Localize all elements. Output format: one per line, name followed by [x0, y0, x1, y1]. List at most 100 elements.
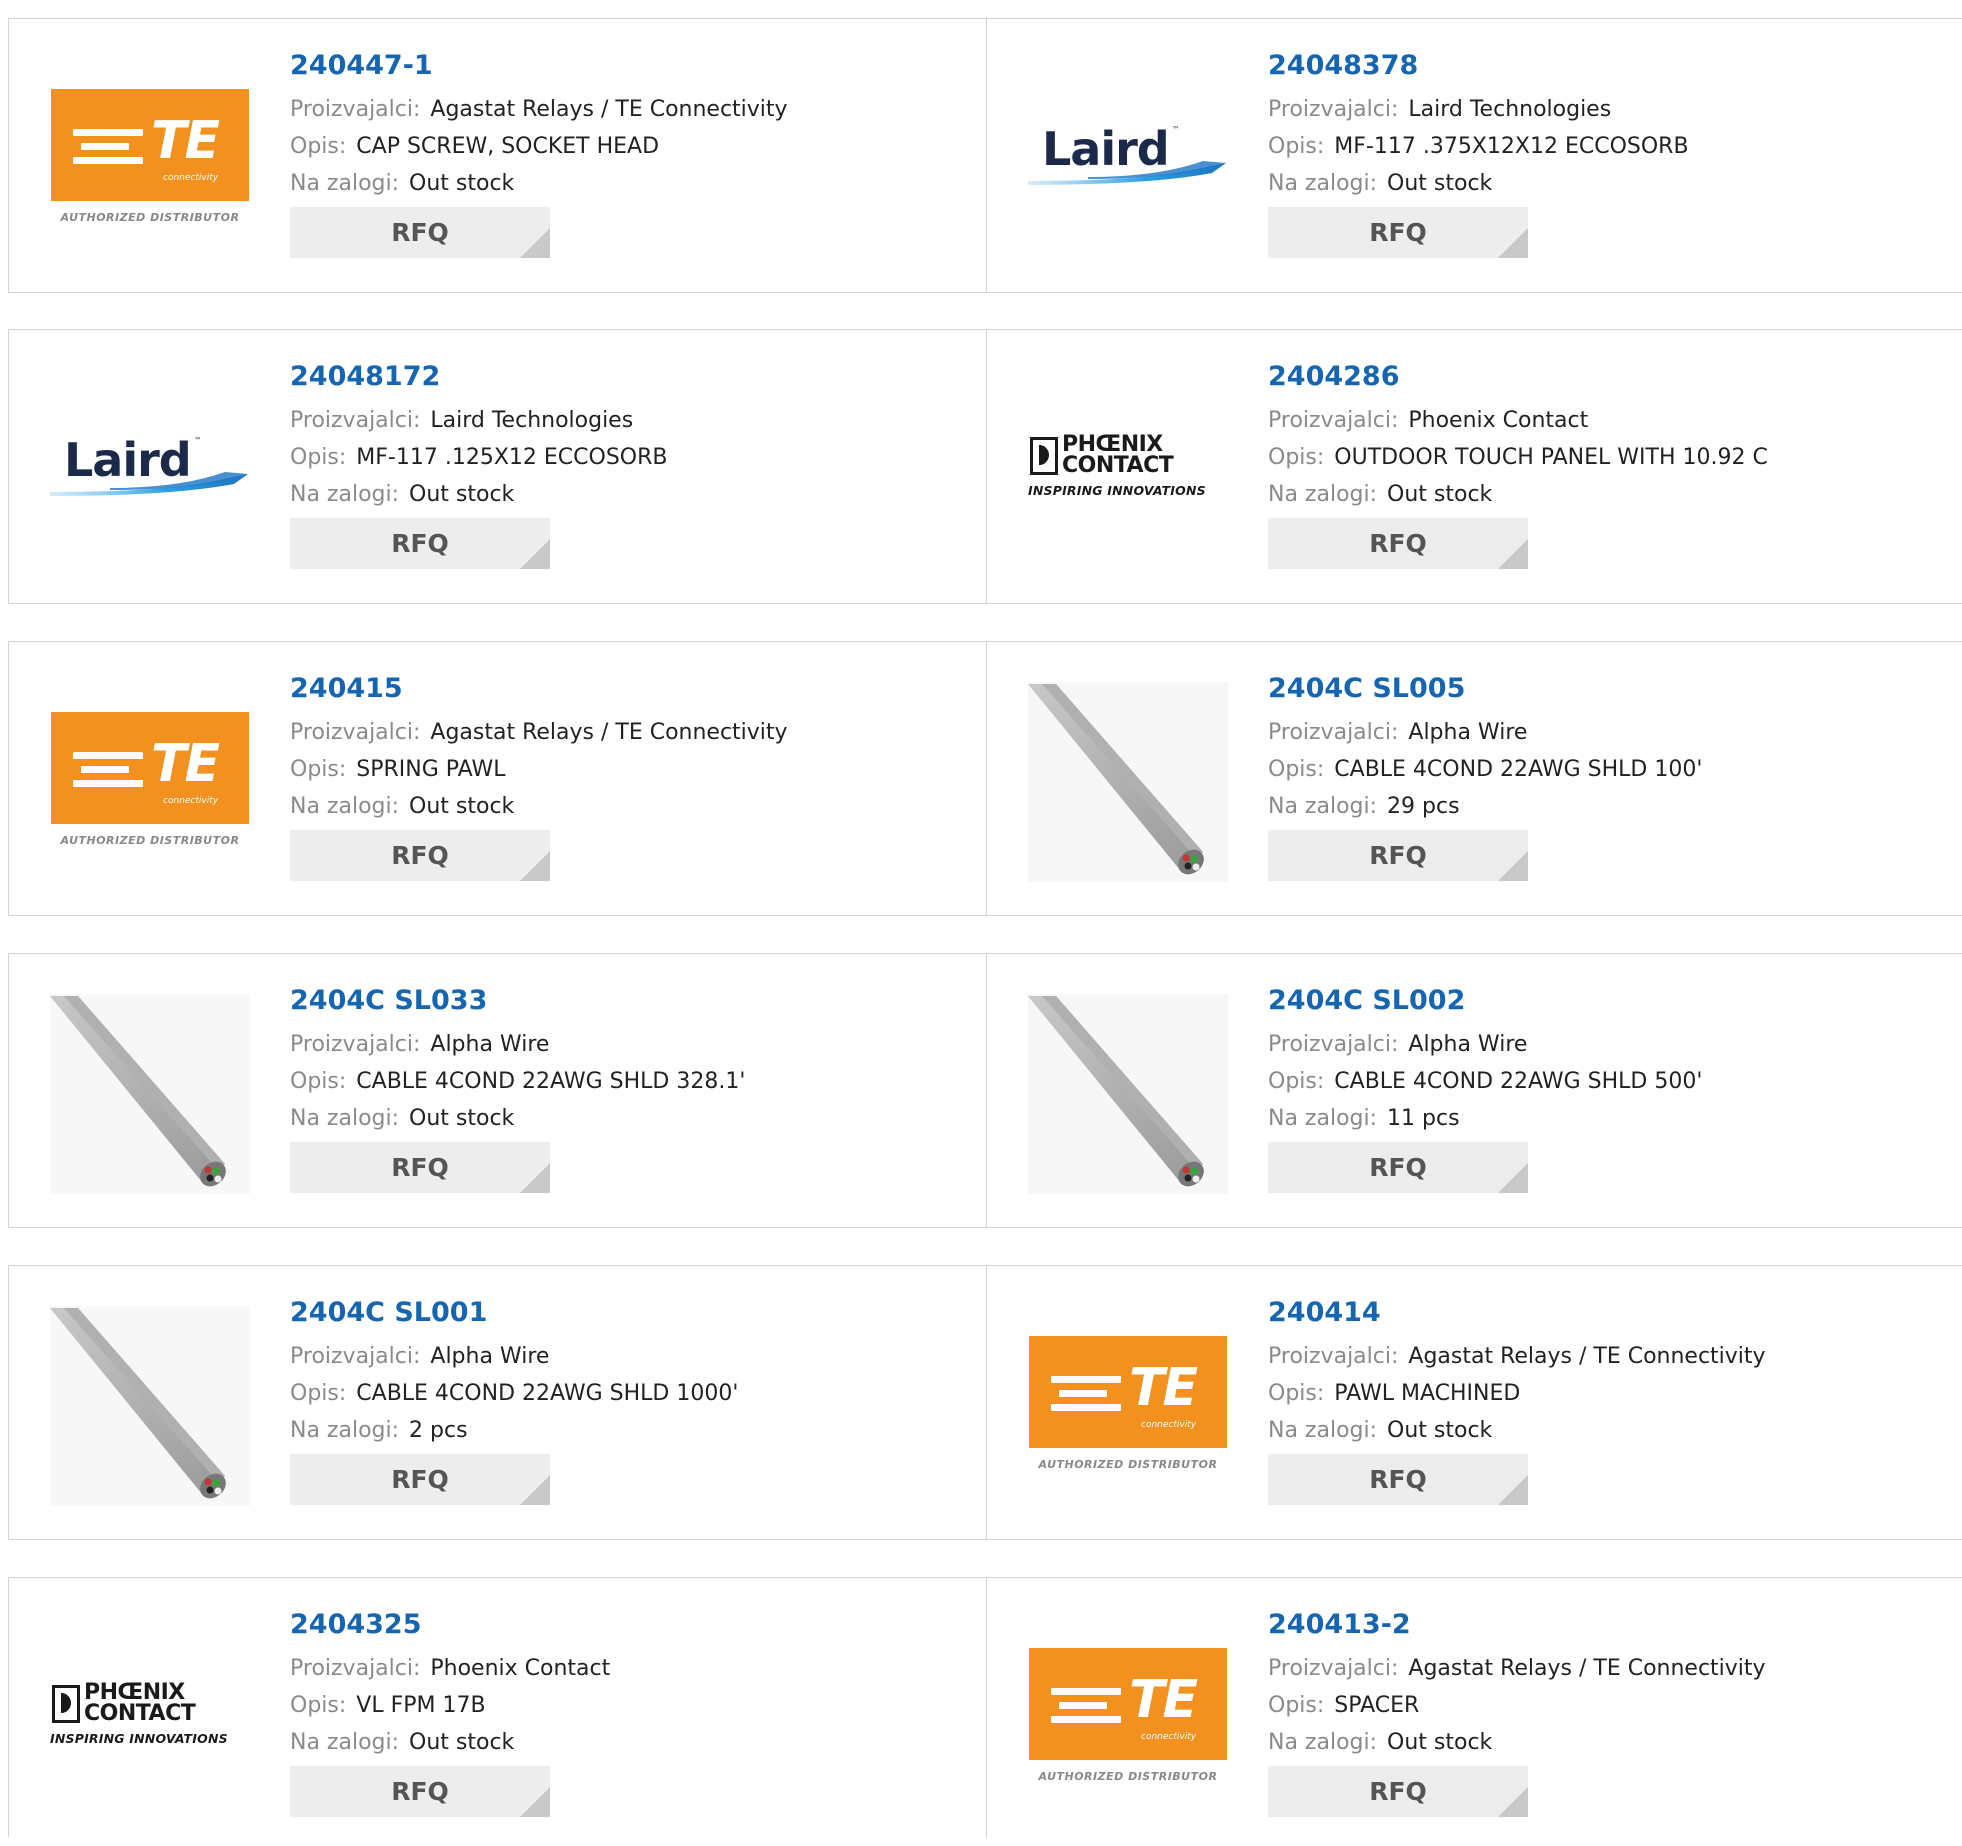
stock-value: Out stock — [1387, 482, 1493, 507]
manufacturer-logo[interactable]: Laird ™ — [50, 370, 250, 570]
rfq-label: RFQ — [1369, 1153, 1427, 1182]
manufacturer-logo[interactable] — [1028, 682, 1228, 882]
stock-label: Na zalogi: — [1268, 1730, 1378, 1755]
manufacturer-label: Proizvajalci: — [1268, 408, 1399, 433]
product-card: 2404C SL005 Proizvajalci: Alpha Wire Opis… — [987, 642, 1962, 915]
manufacturer-label: Proizvajalci: — [290, 1656, 421, 1681]
part-number-link[interactable]: 2404C SL001 — [290, 1296, 738, 1330]
stock-label: Na zalogi: — [1268, 171, 1378, 196]
rfq-button[interactable]: RFQ — [1268, 830, 1528, 881]
description-line: Opis: PAWL MACHINED — [1268, 1375, 1766, 1412]
part-number-link[interactable]: 2404325 — [290, 1608, 610, 1642]
rfq-label: RFQ — [391, 1153, 449, 1182]
rfq-button[interactable]: RFQ — [1268, 1766, 1528, 1817]
product-card: 2404C SL002 Proizvajalci: Alpha Wire Opis… — [987, 954, 1962, 1227]
stock-line: Na zalogi: 2 pcs — [290, 1412, 738, 1449]
manufacturer-logo[interactable]: Laird ™ — [1028, 59, 1228, 259]
product-info: 240413-2 Proizvajalci: Agastat Relays / T… — [1268, 1608, 1766, 1817]
corner-triangle-decoration — [520, 1163, 550, 1193]
te-connectivity-logo: TE connectivity AUTHORIZED DISTRIBUTOR — [51, 89, 249, 229]
description-value: MF-117 .375X12X12 ECCOSORB — [1334, 134, 1689, 159]
part-number-link[interactable]: 240447-1 — [290, 49, 788, 83]
corner-triangle-decoration — [1498, 1475, 1528, 1505]
stock-value: 2 pcs — [409, 1418, 468, 1443]
description-line: Opis: SPRING PAWL — [290, 751, 788, 788]
part-number-link[interactable]: 2404C SL002 — [1268, 984, 1702, 1018]
stock-line: Na zalogi: Out stock — [1268, 1412, 1766, 1449]
rfq-button[interactable]: RFQ — [1268, 518, 1528, 569]
manufacturer-value: Alpha Wire — [1408, 720, 1528, 745]
corner-triangle-decoration — [520, 851, 550, 881]
manufacturer-value: Alpha Wire — [430, 1344, 550, 1369]
rfq-label: RFQ — [391, 218, 449, 247]
product-card: PHŒNIX CONTACT INSPIRING INNOVATIONS 2404… — [9, 1578, 987, 1837]
corner-triangle-decoration — [520, 1787, 550, 1817]
description-label: Opis: — [1268, 134, 1325, 159]
manufacturer-label: Proizvajalci: — [1268, 1344, 1399, 1369]
part-number-link[interactable]: 24048172 — [290, 360, 667, 394]
description-line: Opis: CAP SCREW, SOCKET HEAD — [290, 128, 788, 165]
rfq-button[interactable]: RFQ — [290, 830, 550, 881]
product-info: 240414 Proizvajalci: Agastat Relays / TE … — [1268, 1296, 1766, 1505]
rfq-label: RFQ — [1369, 1777, 1427, 1806]
manufacturer-logo[interactable]: PHŒNIX CONTACT INSPIRING INNOVATIONS — [50, 1618, 250, 1818]
product-row: TE connectivity AUTHORIZED DISTRIBUTOR 2… — [8, 18, 1962, 293]
description-label: Opis: — [290, 1381, 347, 1406]
rfq-button[interactable]: RFQ — [1268, 1142, 1528, 1193]
stock-line: Na zalogi: Out stock — [290, 165, 788, 202]
manufacturer-logo[interactable]: TE connectivity AUTHORIZED DISTRIBUTOR — [50, 59, 250, 259]
rfq-button[interactable]: RFQ — [1268, 207, 1528, 258]
rfq-label: RFQ — [391, 841, 449, 870]
manufacturer-line: Proizvajalci: Agastat Relays / TE Connect… — [290, 714, 788, 751]
manufacturer-logo[interactable]: TE connectivity AUTHORIZED DISTRIBUTOR — [50, 682, 250, 882]
stock-value: Out stock — [409, 482, 515, 507]
product-info: 2404C SL001 Proizvajalci: Alpha Wire Opis… — [290, 1296, 738, 1505]
part-number-link[interactable]: 240415 — [290, 672, 788, 706]
rfq-button[interactable]: RFQ — [290, 518, 550, 569]
part-number-link[interactable]: 24048378 — [1268, 49, 1689, 83]
product-card: Laird ™ 24048378 Proizvajalci: Laird Tech… — [987, 19, 1962, 292]
product-card: 2404C SL033 Proizvajalci: Alpha Wire Opis… — [9, 954, 987, 1227]
part-number-link[interactable]: 2404286 — [1268, 360, 1768, 394]
phoenix-contact-logo: PHŒNIX CONTACT INSPIRING INNOVATIONS — [1028, 432, 1206, 499]
stock-value: Out stock — [409, 1106, 515, 1131]
manufacturer-logo[interactable] — [50, 1306, 250, 1506]
corner-triangle-decoration — [1498, 228, 1528, 258]
rfq-button[interactable]: RFQ — [290, 1454, 550, 1505]
product-row: TE connectivity AUTHORIZED DISTRIBUTOR 2… — [8, 641, 1962, 916]
manufacturer-label: Proizvajalci: — [290, 1344, 421, 1369]
manufacturer-logo[interactable]: TE connectivity AUTHORIZED DISTRIBUTOR — [1028, 1618, 1228, 1818]
te-connectivity-logo: TE connectivity AUTHORIZED DISTRIBUTOR — [1029, 1336, 1227, 1476]
stock-line: Na zalogi: Out stock — [290, 788, 788, 825]
description-value: MF-117 .125X12 ECCOSORB — [356, 445, 668, 470]
rfq-button[interactable]: RFQ — [290, 1766, 550, 1817]
manufacturer-value: Phoenix Contact — [430, 1656, 611, 1681]
stock-label: Na zalogi: — [290, 1106, 400, 1131]
description-label: Opis: — [1268, 1069, 1325, 1094]
part-number-link[interactable]: 2404C SL005 — [1268, 672, 1702, 706]
manufacturer-logo[interactable]: TE connectivity AUTHORIZED DISTRIBUTOR — [1028, 1306, 1228, 1506]
rfq-button[interactable]: RFQ — [1268, 1454, 1528, 1505]
cable-image — [1028, 994, 1228, 1194]
manufacturer-logo[interactable] — [1028, 994, 1228, 1194]
part-number-link[interactable]: 240414 — [1268, 1296, 1766, 1330]
product-info: 2404286 Proizvajalci: Phoenix Contact Opi… — [1268, 360, 1768, 569]
manufacturer-logo[interactable]: PHŒNIX CONTACT INSPIRING INNOVATIONS — [1028, 370, 1228, 570]
manufacturer-line: Proizvajalci: Laird Technologies — [290, 402, 667, 439]
cable-image — [50, 1306, 250, 1506]
manufacturer-logo[interactable] — [50, 994, 250, 1194]
manufacturer-line: Proizvajalci: Alpha Wire — [290, 1338, 738, 1375]
part-number-link[interactable]: 240413-2 — [1268, 1608, 1766, 1642]
cable-image — [1028, 682, 1228, 882]
description-value: SPRING PAWL — [356, 757, 506, 782]
manufacturer-value: Agastat Relays / TE Connectivity — [1408, 1656, 1766, 1681]
description-value: VL FPM 17B — [356, 1693, 486, 1718]
rfq-button[interactable]: RFQ — [290, 207, 550, 258]
rfq-button[interactable]: RFQ — [290, 1142, 550, 1193]
part-number-link[interactable]: 2404C SL033 — [290, 984, 745, 1018]
product-info: 24048378 Proizvajalci: Laird Technologies… — [1268, 49, 1689, 258]
stock-label: Na zalogi: — [290, 1730, 400, 1755]
product-card: PHŒNIX CONTACT INSPIRING INNOVATIONS 2404… — [987, 330, 1962, 603]
product-info: 2404C SL033 Proizvajalci: Alpha Wire Opis… — [290, 984, 745, 1193]
description-line: Opis: MF-117 .375X12X12 ECCOSORB — [1268, 128, 1689, 165]
